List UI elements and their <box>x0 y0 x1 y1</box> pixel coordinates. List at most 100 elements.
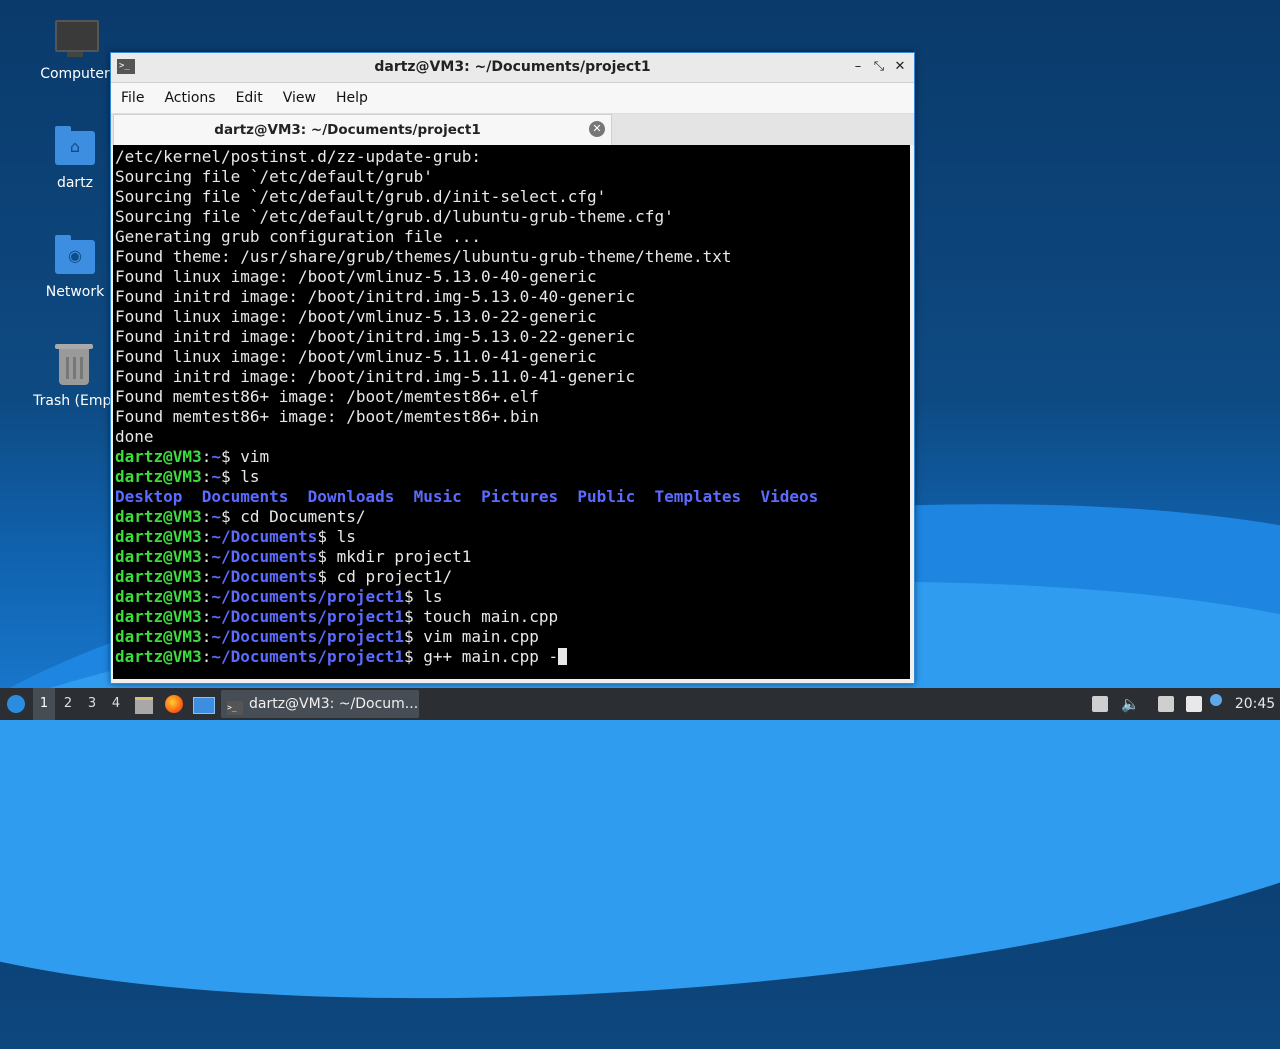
terminal-line: Found linux image: /boot/vmlinuz-5.13.0-… <box>115 307 597 326</box>
terminal-line: Found initrd image: /boot/initrd.img-5.1… <box>115 327 636 346</box>
command-text: touch main.cpp <box>423 607 559 626</box>
desktop-icon-network[interactable]: ◉ Network <box>30 235 120 300</box>
prompt-user-host: dartz@VM3 <box>115 507 202 526</box>
restore-button[interactable]: ⤡ <box>870 58 888 76</box>
command-text: cd project1/ <box>336 567 453 586</box>
desktop-icon-home[interactable]: ⌂ dartz <box>30 126 120 191</box>
window-title: dartz@VM3: ~/Documents/project1 <box>374 59 651 75</box>
menu-edit[interactable]: Edit <box>226 83 273 113</box>
prompt-user-host: dartz@VM3 <box>115 547 202 566</box>
ls-directory: Music <box>413 487 462 506</box>
network-folder-icon: ◉ <box>53 235 97 280</box>
tray-up-arrow-icon[interactable] <box>1092 696 1108 712</box>
prompt-user-host: dartz@VM3 <box>115 467 202 486</box>
ls-directory: Downloads <box>307 487 395 506</box>
prompt-path: ~/Documents <box>211 527 318 546</box>
terminal-line: Found initrd image: /boot/initrd.img-5.1… <box>115 287 636 306</box>
ls-directory: Pictures <box>481 487 559 506</box>
firefox-icon[interactable] <box>163 688 185 720</box>
workspace-4[interactable]: 4 <box>105 688 127 720</box>
prompt-path: ~/Documents <box>211 567 318 586</box>
command-text: ls <box>423 587 443 606</box>
command-text: ls <box>336 527 356 546</box>
terminal-line: Sourcing file `/etc/default/grub' <box>115 167 433 186</box>
terminal-line: dartz@VM3:~/Documents/project1$ ls <box>115 587 443 606</box>
terminal-line: Found linux image: /boot/vmlinuz-5.11.0-… <box>115 347 597 366</box>
terminal-icon: >_ <box>227 701 243 715</box>
terminal-line: Found linux image: /boot/vmlinuz-5.13.0-… <box>115 267 597 286</box>
desktop-icon-label: dartz <box>56 175 94 191</box>
show-desktop-icon[interactable] <box>193 688 215 720</box>
workspace-3[interactable]: 3 <box>81 688 103 720</box>
command-text: ls <box>240 467 260 486</box>
taskbar: 1 2 3 4 >_ dartz@VM3: ~/Docum... 🔈 20:45 <box>0 688 1280 720</box>
menu-help[interactable]: Help <box>326 83 378 113</box>
terminal-line: dartz@VM3:~/Documents/project1$ touch ma… <box>115 607 559 626</box>
prompt-path: ~/Documents/project1 <box>211 607 404 626</box>
terminal-text[interactable]: /etc/kernel/postinst.d/zz-update-grub: So… <box>113 145 910 667</box>
ls-directory: Templates <box>654 487 742 506</box>
network-icon[interactable] <box>1158 696 1174 712</box>
prompt-user-host: dartz@VM3 <box>115 527 202 546</box>
menu-bar: File Actions Edit View Help <box>111 83 914 114</box>
volume-icon[interactable]: 🔈 <box>1121 696 1140 712</box>
menu-actions[interactable]: Actions <box>154 83 225 113</box>
close-button[interactable]: ✕ <box>891 58 909 76</box>
terminal-line: done <box>115 427 154 446</box>
terminal-line: Sourcing file `/etc/default/grub.d/lubun… <box>115 207 674 226</box>
prompt-user-host: dartz@VM3 <box>115 647 202 666</box>
desktop-icon-trash[interactable]: Trash (Empt <box>30 344 120 409</box>
prompt-user-host: dartz@VM3 <box>115 447 202 466</box>
tab-close-icon[interactable]: ✕ <box>589 121 605 137</box>
terminal-line: Desktop Documents Downloads Music Pictur… <box>115 487 910 507</box>
minimize-button[interactable]: – <box>849 58 867 76</box>
prompt-path: ~ <box>211 467 221 486</box>
workspace-2[interactable]: 2 <box>57 688 79 720</box>
prompt-path: ~/Documents/project1 <box>211 627 404 646</box>
window-titlebar[interactable]: >_ dartz@VM3: ~/Documents/project1 – ⤡ ✕ <box>111 53 914 83</box>
workspace-1[interactable]: 1 <box>33 688 55 720</box>
command-text: mkdir project1 <box>336 547 472 566</box>
terminal-line: Sourcing file `/etc/default/grub.d/init-… <box>115 187 607 206</box>
terminal-line: dartz@VM3:~/Documents/project1$ g++ main… <box>115 647 910 667</box>
command-text: vim <box>240 447 270 466</box>
tab-bar: dartz@VM3: ~/Documents/project1 ✕ <box>111 114 914 145</box>
trash-icon <box>53 344 97 389</box>
desktop-icon-computer[interactable]: Computer <box>30 18 120 82</box>
clock[interactable]: 20:45 <box>1234 688 1276 720</box>
prompt-path: ~ <box>211 447 221 466</box>
terminal-area[interactable]: /etc/kernel/postinst.d/zz-update-grub: So… <box>113 145 910 679</box>
prompt-path: ~/Documents/project1 <box>211 587 404 606</box>
taskbar-task-terminal[interactable]: >_ dartz@VM3: ~/Docum... <box>221 690 419 718</box>
terminal-line: Found memtest86+ image: /boot/memtest86+… <box>115 387 539 406</box>
ls-directory: Public <box>577 487 636 506</box>
terminal-line: dartz@VM3:~/Documents$ mkdir project1 <box>115 547 472 566</box>
command-text: cd Documents/ <box>240 507 366 526</box>
desktop-icon-label: Computer <box>40 66 110 82</box>
update-notifier-icon[interactable] <box>1210 694 1222 706</box>
menu-file[interactable]: File <box>111 83 154 113</box>
terminal-line: Found initrd image: /boot/initrd.img-5.1… <box>115 367 636 386</box>
menu-view[interactable]: View <box>273 83 326 113</box>
terminal-line: dartz@VM3:~$ cd Documents/ <box>115 507 366 526</box>
ls-directory: Videos <box>760 487 819 506</box>
prompt-user-host: dartz@VM3 <box>115 567 202 586</box>
terminal-line: Found theme: /usr/share/grub/themes/lubu… <box>115 247 732 266</box>
desktop-icon-label: Network <box>45 284 105 300</box>
text-cursor <box>558 648 568 665</box>
clipboard-icon[interactable] <box>1186 696 1202 712</box>
command-text: vim main.cpp <box>423 627 539 646</box>
terminal-line: dartz@VM3:~/Documents/project1$ vim main… <box>115 627 539 646</box>
prompt-path: ~/Documents <box>211 547 318 566</box>
start-menu-icon[interactable] <box>4 688 28 720</box>
file-manager-icon[interactable] <box>134 688 154 720</box>
ls-directory: Desktop <box>115 487 183 506</box>
terminal-line: Found memtest86+ image: /boot/memtest86+… <box>115 407 539 426</box>
prompt-path: ~ <box>211 507 221 526</box>
prompt-user-host: dartz@VM3 <box>115 627 202 646</box>
terminal-line: dartz@VM3:~$ vim <box>115 447 270 466</box>
desktop-icon-label: Trash (Empt <box>33 393 117 409</box>
terminal-line: /etc/kernel/postinst.d/zz-update-grub: <box>115 147 482 166</box>
tab-terminal[interactable]: dartz@VM3: ~/Documents/project1 ✕ <box>113 114 612 145</box>
task-label: dartz@VM3: ~/Docum... <box>249 696 419 712</box>
